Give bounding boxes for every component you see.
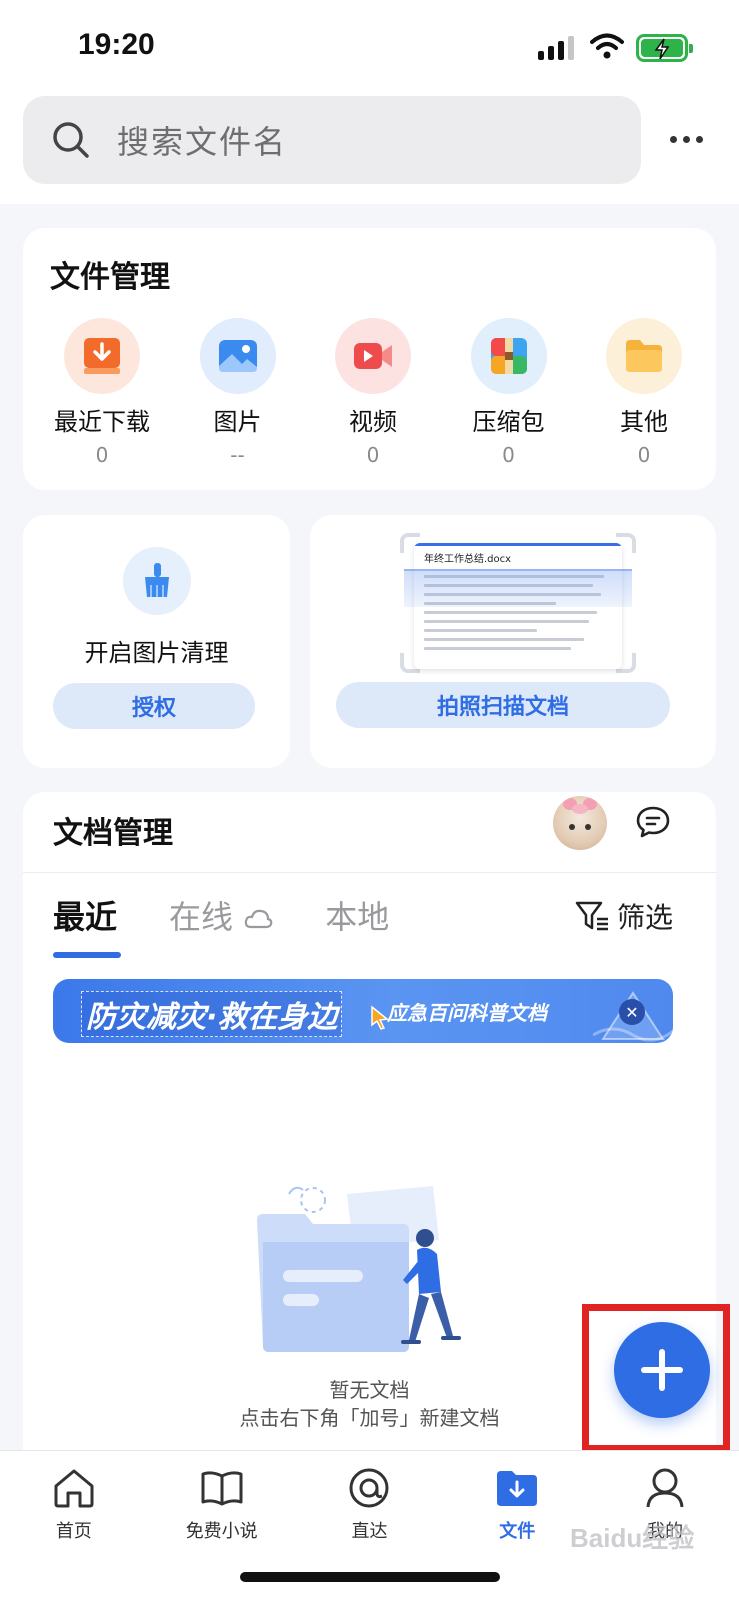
more-menu-icon[interactable] [670,136,703,143]
file-folder-icon [497,1471,538,1506]
preview-doc-title: 年终工作总结.docx [414,543,622,569]
tab-recent[interactable]: 最近 [53,892,121,958]
search-input[interactable]: 搜索文件名 [23,96,641,184]
broom-icon [123,547,191,615]
category-other[interactable]: 其他 0 [579,318,709,467]
download-icon [64,318,140,394]
tab-label: 在线 [169,898,234,936]
video-icon [335,318,411,394]
banner-close-icon[interactable]: ✕ [619,999,645,1025]
book-icon [201,1471,243,1506]
cloud-icon [244,909,273,929]
category-label: 视频 [349,408,397,436]
category-label: 其他 [620,408,668,436]
tab-local[interactable]: 本地 [325,892,389,938]
filter-icon [575,901,608,931]
avatar[interactable] [553,796,607,850]
empty-folder-illustration [257,1186,461,1352]
category-recent-downloads[interactable]: 最近下载 0 [37,318,167,467]
divider [23,872,716,873]
tab-underline [53,952,121,958]
scan-document-card[interactable]: 年终工作总结.docx 拍照扫描文档 [310,515,716,768]
category-label: 压缩包 [472,408,545,436]
category-count: 0 [95,443,109,467]
category-count: 0 [502,443,515,467]
image-clean-text: 开启图片清理 [84,639,229,667]
category-videos[interactable]: 视频 0 [308,318,438,467]
folder-icon [606,318,682,394]
archive-icon [470,318,547,394]
scan-document-button[interactable]: 拍照扫描文档 [336,682,670,728]
search-placeholder: 搜索文件名 [117,123,288,161]
plus-icon [641,1349,683,1391]
home-icon [54,1469,94,1508]
banner-main-text: 防灾减灾·救在身边 [81,991,343,1037]
promo-banner[interactable]: 防灾减灾·救在身边 应急百问科普文档 ✕ [53,979,673,1043]
signal-icon [538,36,574,60]
category-label: 图片 [213,408,262,436]
search-icon [53,122,89,158]
filter-button[interactable]: 筛选 [575,896,673,936]
nav-label: 直达 [351,1521,388,1542]
doc-management-title: 文档管理 [53,816,173,851]
nav-home[interactable]: 首页 [0,1465,148,1543]
home-indicator [240,1572,500,1582]
filter-label: 筛选 [617,901,674,934]
banner-sub-text: 应急百问科普文档 [387,1001,547,1025]
file-management-card: 文件管理 最近下载 0 图片 -- 视频 0 压缩包 0 其他 0 [23,228,716,490]
watermark: Baidu经验 [570,1523,695,1553]
nav-label: 文件 [499,1521,536,1542]
category-count: -- [230,443,245,467]
tab-label: 本地 [325,898,390,936]
direct-icon [349,1468,389,1508]
image-icon [199,318,276,394]
nav-direct[interactable]: 直达 [296,1465,444,1543]
status-time: 19:20 [78,28,155,61]
tab-label: 最近 [53,898,118,936]
category-label: 最近下载 [54,408,150,436]
category-count: 0 [637,443,651,467]
category-count: 0 [366,443,380,467]
nav-label: 免费小说 [185,1521,258,1542]
chat-icon[interactable] [635,804,671,840]
battery-icon [636,34,693,62]
nav-free-novels[interactable]: 免费小说 [148,1465,296,1543]
category-images[interactable]: 图片 -- [173,318,303,467]
tab-online[interactable]: 在线 [169,892,273,938]
add-document-button[interactable] [614,1322,710,1418]
nav-label: 首页 [55,1521,92,1542]
wifi-icon [590,33,624,59]
doc-tabs: 最近 在线 本地 [53,892,389,958]
status-bar: 19:20 [0,0,739,96]
profile-icon [646,1468,684,1508]
category-archives[interactable]: 压缩包 0 [444,318,574,467]
authorize-button[interactable]: 授权 [53,683,255,729]
scan-preview-image: 年终工作总结.docx [400,533,636,673]
file-management-title: 文件管理 [50,260,170,295]
image-clean-card[interactable]: 开启图片清理 授权 [23,515,290,768]
search-header: 搜索文件名 [0,96,739,204]
